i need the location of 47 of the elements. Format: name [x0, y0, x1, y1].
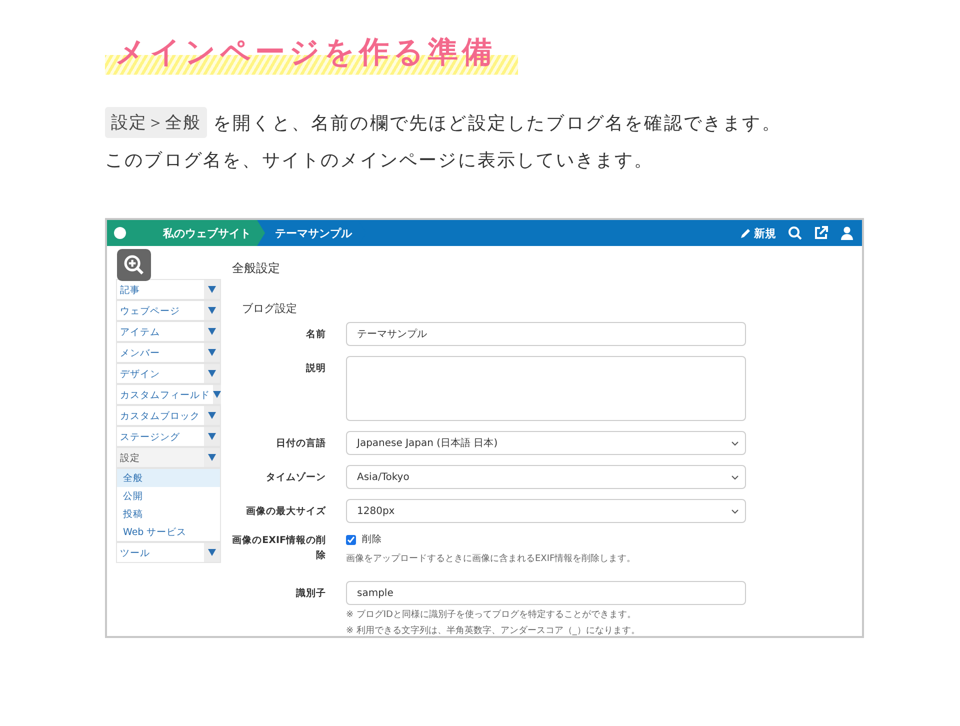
- logo-icon[interactable]: [107, 220, 133, 246]
- new-button[interactable]: 新規: [740, 226, 776, 240]
- field-label: 説明: [304, 362, 326, 376]
- pencil-icon: [740, 227, 752, 239]
- caret-icon: [208, 349, 216, 356]
- breadcrumb-link[interactable]: 私のウェブサイト: [133, 220, 265, 246]
- zoom-in-icon: [123, 254, 145, 276]
- field-label: タイムゾーン: [265, 471, 326, 485]
- caret-icon: [208, 454, 216, 461]
- section-title: ブログ設定: [242, 301, 298, 316]
- user-icon[interactable]: [840, 226, 854, 240]
- caret-icon: [213, 391, 221, 398]
- sidebar-subitem[interactable]: 全般: [117, 469, 220, 487]
- note-text: ※ ブログIDと同様に識別子を使ってブログを特定することができます。: [346, 608, 637, 621]
- field-label: 日付の言語: [275, 436, 326, 451]
- caret-icon: [208, 307, 216, 314]
- text-field[interactable]: sample: [346, 581, 746, 605]
- caret-icon: [208, 549, 216, 556]
- paragraph-text: を開くと、名前の欄で先ほど設定したブログ名を確認できます。: [213, 112, 782, 134]
- external-link-icon[interactable]: [814, 226, 828, 240]
- select-field[interactable]: Asia/Tokyo: [346, 465, 746, 489]
- checkbox[interactable]: [346, 534, 356, 544]
- chevron-icon: [731, 440, 739, 446]
- search-icon[interactable]: [788, 226, 802, 240]
- text-field[interactable]: テーマサンプル: [346, 322, 746, 346]
- caret-icon: [208, 370, 216, 377]
- caret-icon: [208, 433, 216, 440]
- caret-icon: [208, 328, 216, 335]
- help-text: 画像をアップロードするときに画像に含まれるEXIF情報を削除します。: [346, 552, 637, 565]
- field-label: 画像の最大サイズ: [245, 505, 326, 519]
- page-title: 全般設定: [232, 260, 281, 277]
- sidebar-item[interactable]: 設定: [117, 448, 220, 467]
- checkbox-option[interactable]: 削除: [346, 533, 746, 546]
- field-label: 識別子: [294, 587, 326, 601]
- note-text: ※ 利用できる文字列は、半角英数字、アンダースコア（_）になります。: [346, 624, 641, 636]
- select-field[interactable]: 1280px: [346, 499, 746, 523]
- chevron-icon: [731, 508, 739, 514]
- select-field[interactable]: Japanese Japan (日本語 日本): [346, 431, 746, 455]
- field-label: 画像のEXIF情報の削除: [232, 534, 326, 564]
- field-label: 名前: [305, 328, 326, 342]
- caret-icon: [208, 286, 216, 293]
- inline-code: 設定＞全般: [105, 107, 207, 138]
- chevron-icon: [731, 474, 739, 480]
- sidebar-item[interactable]: 記事: [117, 280, 220, 299]
- zoom-in-button[interactable]: [117, 249, 151, 281]
- paragraph-text: このブログ名を、サイトのメインページに表示していきます。: [105, 149, 654, 172]
- caret-icon: [208, 412, 216, 419]
